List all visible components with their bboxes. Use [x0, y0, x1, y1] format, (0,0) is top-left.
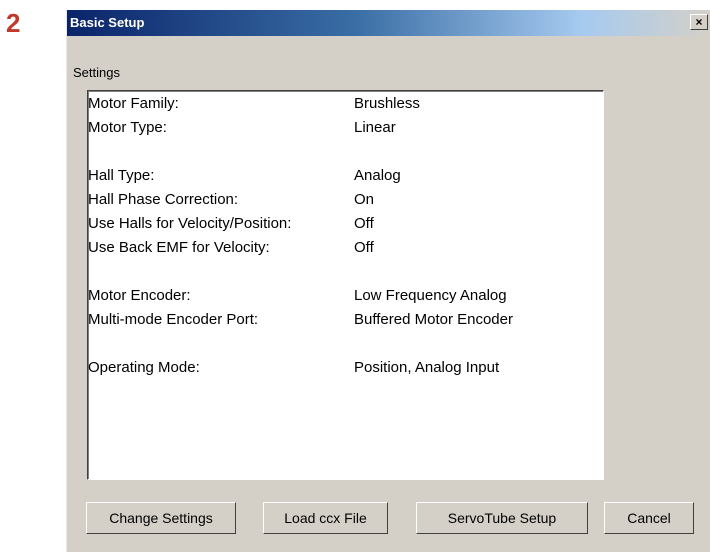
setting-label: Motor Family:	[88, 95, 179, 112]
setting-value: Analog	[354, 167, 401, 184]
step-number: 2	[6, 8, 21, 38]
setting-row-motor-family: Motor Family: Brushless	[88, 95, 588, 117]
setting-label: Motor Type:	[88, 119, 167, 136]
setting-row-hall-type: Hall Type: Analog	[88, 167, 588, 189]
setting-value: Low Frequency Analog	[354, 287, 507, 304]
setting-label: Motor Encoder:	[88, 287, 191, 304]
setting-row-use-back-emf: Use Back EMF for Velocity: Off	[88, 239, 588, 261]
basic-setup-dialog: Basic Setup × Settings Motor Family: Bru…	[66, 10, 710, 552]
setting-value: On	[354, 191, 375, 208]
setting-label: Operating Mode:	[88, 359, 200, 376]
setting-label: Multi-mode Encoder Port:	[88, 311, 259, 328]
setting-row-multi-mode-encoder-port: Multi-mode Encoder Port: Buffered Motor …	[88, 311, 588, 333]
load-ccx-file-button[interactable]: Load ccx File	[263, 502, 388, 534]
setting-label: Use Halls for Velocity/Position:	[88, 215, 292, 232]
setting-label: Hall Phase Correction:	[88, 191, 239, 208]
settings-panel: Motor Family: Brushless Motor Type: Line…	[87, 90, 604, 480]
setting-value: Position, Analog Input	[354, 359, 500, 376]
setting-value: Brushless	[354, 95, 420, 112]
setting-label: Use Back EMF for Velocity:	[88, 239, 270, 256]
setting-value: Buffered Motor Encoder	[354, 311, 513, 328]
dialog-title: Basic Setup	[70, 15, 145, 30]
change-settings-button[interactable]: Change Settings	[86, 502, 236, 534]
close-button[interactable]: ×	[690, 14, 708, 30]
servotube-setup-button[interactable]: ServoTube Setup	[416, 502, 588, 534]
setting-row-use-halls-velocity-position: Use Halls for Velocity/Position: Off	[88, 215, 588, 237]
cancel-button[interactable]: Cancel	[604, 502, 694, 534]
setting-row-hall-phase-correction: Hall Phase Correction: On	[88, 191, 588, 213]
settings-label: Settings	[73, 65, 120, 80]
setting-row-operating-mode: Operating Mode: Position, Analog Input	[88, 359, 588, 381]
dialog-titlebar: Basic Setup ×	[67, 10, 710, 36]
setting-value: Off	[354, 215, 374, 232]
setting-value: Off	[354, 239, 374, 256]
setting-row-motor-encoder: Motor Encoder: Low Frequency Analog	[88, 287, 588, 309]
setting-label: Hall Type:	[88, 167, 155, 184]
setting-value: Linear	[354, 119, 396, 136]
setting-row-motor-type: Motor Type: Linear	[88, 119, 588, 141]
